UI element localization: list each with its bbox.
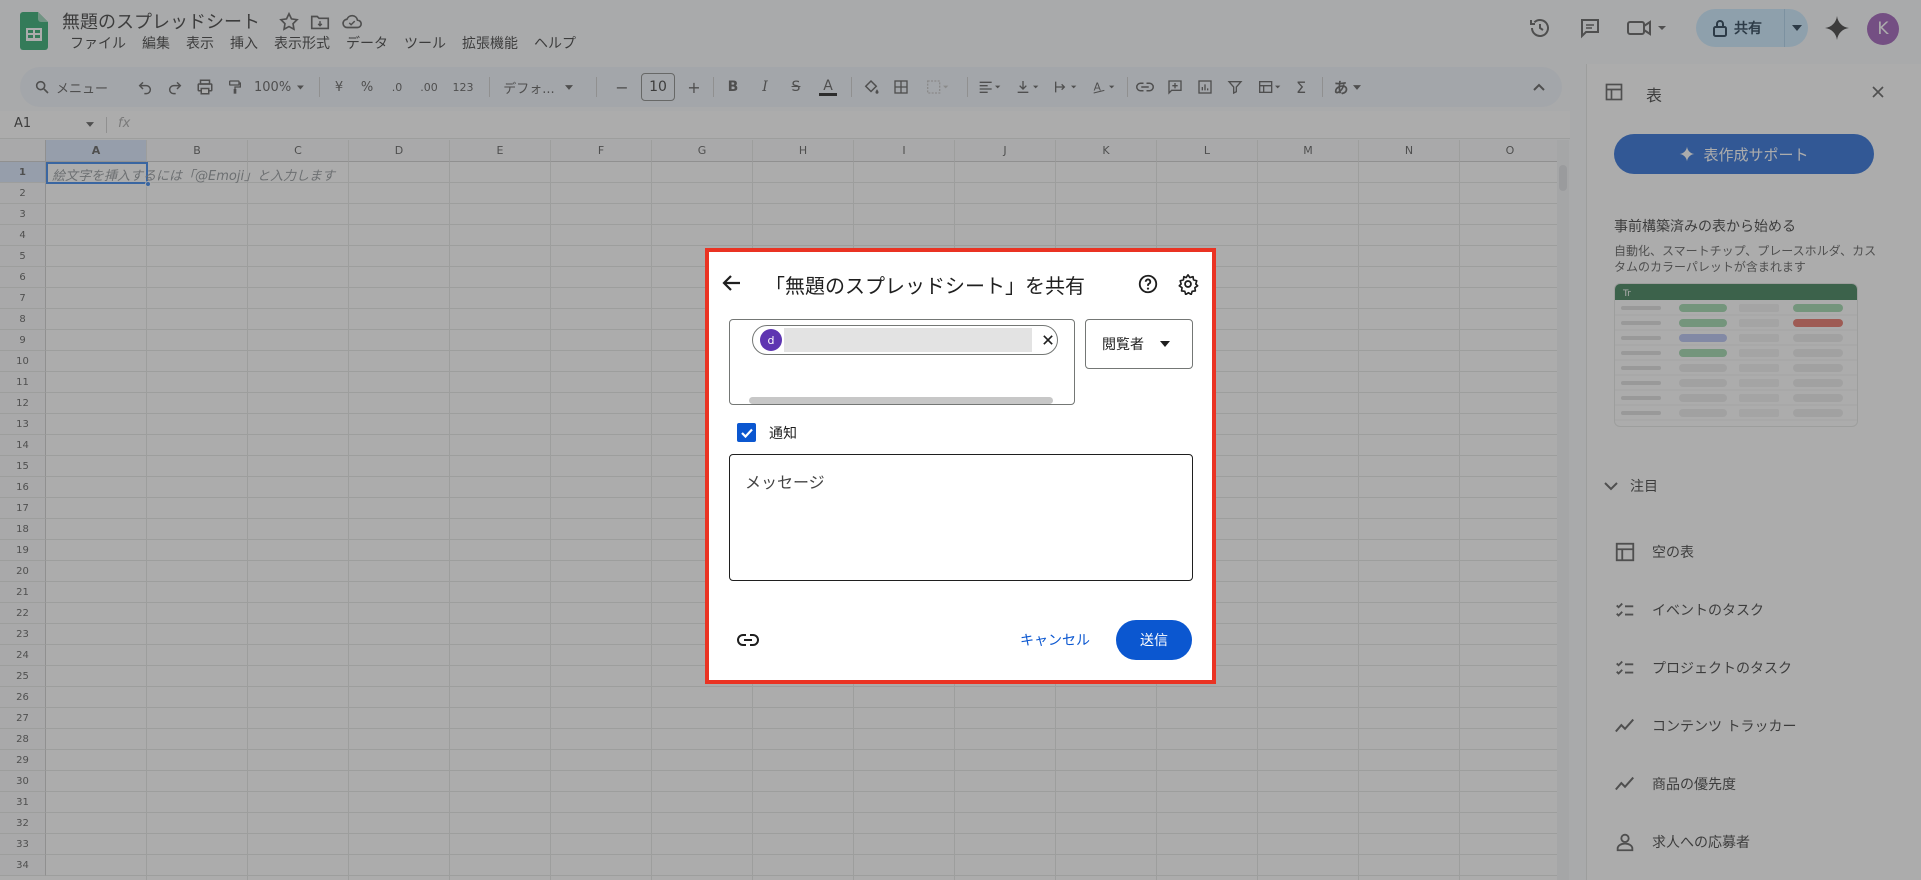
recipient-avatar: d — [760, 329, 782, 351]
role-dropdown[interactable]: 閲覧者 — [1085, 319, 1193, 369]
help-icon[interactable] — [1137, 273, 1159, 295]
back-arrow-icon[interactable] — [720, 271, 744, 295]
role-value: 閲覧者 — [1102, 337, 1144, 353]
notify-label: 通知 — [769, 426, 797, 442]
send-button[interactable]: 送信 — [1116, 620, 1192, 660]
checkmark-icon — [740, 428, 753, 438]
remove-recipient-icon[interactable] — [1038, 330, 1058, 350]
recipients-scrollbar[interactable] — [749, 397, 1053, 404]
notify-checkbox[interactable] — [737, 423, 756, 442]
copy-link-icon[interactable] — [736, 628, 760, 652]
chevron-down-icon — [1160, 341, 1170, 347]
recipient-email-redacted — [784, 328, 1032, 352]
message-textarea[interactable]: メッセージ — [729, 454, 1193, 581]
gear-icon[interactable] — [1177, 273, 1199, 295]
dialog-title: 「無題のスプレッドシート」を共有 — [765, 274, 1085, 298]
cancel-button[interactable]: キャンセル — [1005, 620, 1105, 660]
